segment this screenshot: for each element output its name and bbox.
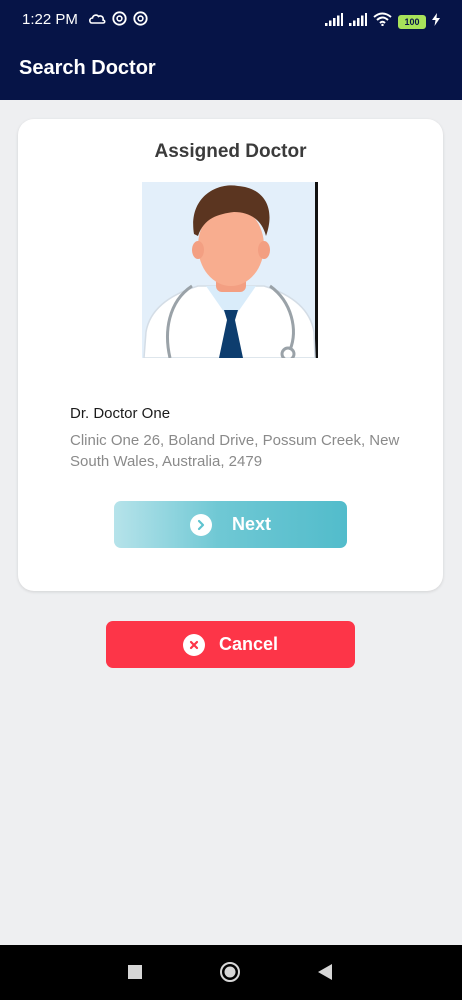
doctor-address: Clinic One 26, Boland Drive, Possum Cree… (70, 432, 400, 470)
wifi-icon (373, 12, 392, 31)
app-header: 1:22 PM 100 Search Doctor (0, 0, 462, 100)
battery-icon: 100 (398, 14, 426, 29)
screen: 1:22 PM 100 Search Doctor Assigned Docto… (0, 0, 462, 1000)
system-navigation-bar (0, 945, 462, 1000)
cancel-button[interactable]: Cancel (106, 621, 355, 668)
at-sign-icon (133, 11, 148, 31)
chevron-right-circle-icon (189, 513, 212, 536)
charging-icon (432, 12, 440, 31)
doctor-avatar (142, 182, 320, 362)
cancel-button-label: Cancel (218, 634, 279, 654)
at-sign-icon (112, 11, 127, 31)
assigned-doctor-card: Assigned Doctor Dr. Doctor One Clinic On… (18, 119, 443, 591)
recents-square-icon[interactable] (124, 961, 146, 983)
doctor-name: Dr. Doctor One (70, 405, 171, 422)
status-notification-icons (89, 11, 148, 31)
back-triangle-icon[interactable] (314, 961, 336, 983)
signal-icon (325, 12, 343, 31)
signal-icon (349, 12, 367, 31)
card-title: Assigned Doctor (154, 141, 307, 162)
home-circle-icon[interactable] (219, 961, 241, 983)
cloud-icon (89, 12, 106, 31)
status-time: 1:22 PM (22, 11, 78, 28)
next-button[interactable]: Next (114, 501, 347, 548)
page-title: Search Doctor (19, 57, 156, 79)
status-system-icons: 100 (325, 12, 440, 31)
close-circle-icon (182, 633, 205, 656)
next-button-label: Next (231, 514, 271, 534)
